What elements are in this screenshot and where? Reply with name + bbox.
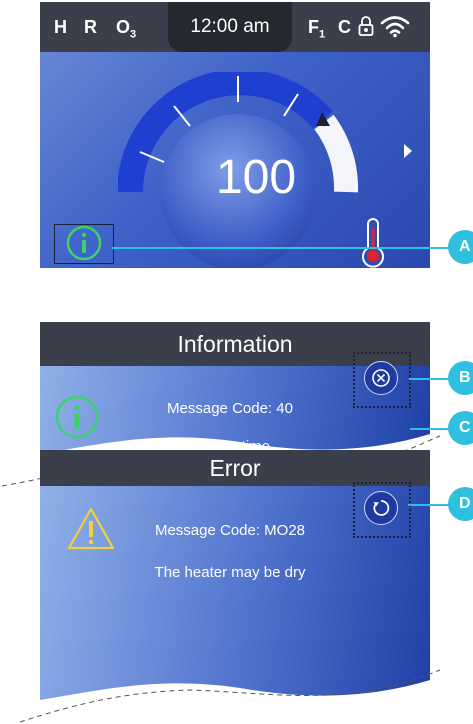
reset-icon — [373, 500, 390, 516]
reset-button[interactable] — [364, 491, 398, 525]
callout-b-line — [409, 378, 449, 380]
wifi-icon — [380, 16, 410, 38]
error-message-code: Message Code: MO28 — [154, 522, 306, 539]
callout-a: A — [448, 230, 473, 264]
callout-c-line — [410, 428, 450, 430]
status-bar: H R O3 12:00 am F1 C — [40, 2, 430, 52]
error-message: The heater may be dry — [154, 564, 306, 581]
close-button[interactable] — [364, 361, 398, 395]
clean-indicator: C — [338, 17, 351, 37]
callout-d: D — [448, 487, 473, 521]
callout-a-line — [112, 247, 450, 249]
torn-edge-dash — [19, 669, 441, 723]
info-icon — [66, 225, 102, 261]
recirc-indicator: R — [84, 17, 97, 37]
error-title: Error — [40, 450, 430, 486]
close-icon — [372, 369, 390, 387]
thermometer-icon[interactable] — [356, 218, 390, 268]
time-text: 12:00 am — [190, 16, 270, 37]
filter-indicator: F1 — [308, 17, 326, 41]
callout-b: B — [448, 361, 473, 395]
main-screen: H R O3 12:00 am F1 C 100 — [40, 2, 430, 268]
callout-d-line — [408, 504, 450, 506]
lock-icon — [358, 16, 374, 36]
next-arrow-icon[interactable] — [404, 144, 412, 158]
information-message-code: Message Code: 40 — [167, 400, 293, 417]
info-button[interactable] — [54, 224, 114, 264]
clock[interactable]: 12:00 am — [168, 2, 292, 52]
temperature-value: 100 — [215, 151, 297, 204]
ozone-indicator: O3 — [116, 17, 137, 41]
heater-indicator: H — [54, 17, 67, 37]
